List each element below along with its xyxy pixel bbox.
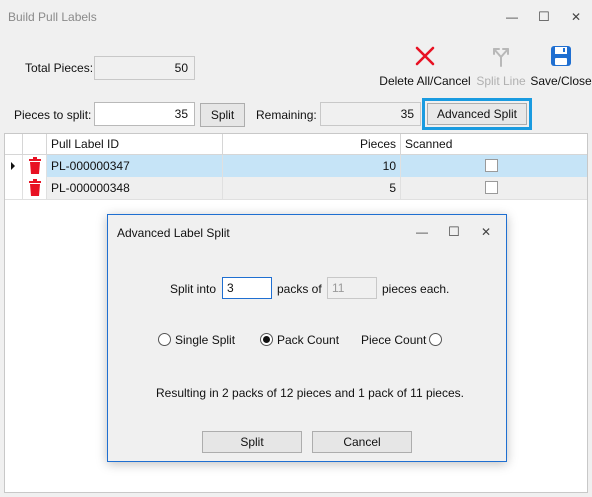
- single-split-label: Single Split: [175, 333, 236, 347]
- packs-of-label: packs of: [277, 282, 322, 296]
- pack-count-option[interactable]: Pack Count: [260, 331, 370, 349]
- cell-pull-label-id: PL-000000347: [47, 155, 223, 177]
- advanced-split-button[interactable]: Advanced Split: [427, 103, 527, 125]
- dialog-titlebar: Advanced Label Split — ☐ ✕: [108, 215, 506, 249]
- delete-all-button[interactable]: Delete All/Cancel: [378, 45, 472, 88]
- split-button[interactable]: Split: [200, 103, 245, 127]
- pieces-to-split-input[interactable]: 35: [94, 102, 195, 126]
- pack-count-label: Pack Count: [277, 333, 340, 347]
- floppy-icon: [550, 45, 572, 70]
- delete-column-header: [23, 134, 47, 154]
- delete-row-button[interactable]: [23, 177, 47, 199]
- delete-row-button[interactable]: [23, 155, 47, 177]
- table-row[interactable]: PL-000000348 5: [5, 177, 587, 200]
- dialog-split-button[interactable]: Split: [202, 431, 302, 453]
- scanned-checkbox[interactable]: [485, 159, 498, 172]
- total-pieces-label: Total Pieces:: [25, 61, 94, 75]
- split-line-button[interactable]: Split Line: [474, 45, 528, 88]
- split-into-input[interactable]: 3: [222, 277, 272, 299]
- row-header-cell: [5, 134, 23, 154]
- single-split-option[interactable]: Single Split: [158, 331, 268, 349]
- total-pieces-field: 50: [94, 56, 195, 80]
- result-text: Resulting in 2 packs of 12 pieces and 1 …: [156, 386, 464, 400]
- piece-count-label: Piece Count: [361, 333, 427, 347]
- single-split-radio[interactable]: [158, 333, 171, 346]
- close-button[interactable]: ✕: [562, 6, 590, 28]
- packs-of-field: 11: [327, 277, 377, 299]
- dialog-maximize-button[interactable]: ☐: [440, 221, 468, 243]
- cell-pieces: 10: [223, 155, 401, 177]
- dialog-minimize-button[interactable]: —: [408, 221, 436, 243]
- pieces-each-label: pieces each.: [382, 282, 450, 296]
- save-close-label: Save/Close: [530, 74, 592, 88]
- piece-count-radio[interactable]: [429, 333, 442, 346]
- col-header-pieces[interactable]: Pieces: [223, 134, 401, 154]
- save-close-button[interactable]: Save/Close: [530, 45, 592, 88]
- delete-all-label: Delete All/Cancel: [379, 74, 471, 88]
- cell-scanned: [401, 177, 587, 199]
- scanned-checkbox[interactable]: [485, 181, 498, 194]
- window-title: Build Pull Labels: [8, 10, 97, 24]
- window-titlebar: Build Pull Labels — ☐ ✕: [0, 0, 592, 34]
- row-indicator: [5, 155, 23, 177]
- remaining-field: 35: [320, 102, 421, 126]
- maximize-button[interactable]: ☐: [530, 6, 558, 28]
- split-line-label: Split Line: [476, 74, 526, 88]
- trash-icon: [23, 179, 47, 202]
- row-indicator: [5, 177, 23, 199]
- dialog-cancel-button[interactable]: Cancel: [312, 431, 412, 453]
- cell-pull-label-id: PL-000000348: [47, 177, 223, 199]
- split-icon: [490, 45, 512, 70]
- grid-header: Pull Label ID Pieces Scanned: [5, 134, 587, 155]
- minimize-button[interactable]: —: [498, 6, 526, 28]
- split-into-label: Split into: [170, 282, 217, 296]
- col-header-pull-label-id[interactable]: Pull Label ID: [47, 134, 223, 154]
- x-icon: [414, 45, 436, 70]
- dialog-close-button[interactable]: ✕: [472, 221, 500, 243]
- remaining-label: Remaining:: [256, 108, 317, 122]
- cell-scanned: [401, 155, 587, 177]
- piece-count-option[interactable]: Piece Count: [361, 331, 471, 349]
- pieces-to-split-label: Pieces to split:: [14, 108, 92, 122]
- cell-pieces: 5: [223, 177, 401, 199]
- pack-count-radio[interactable]: [260, 333, 273, 346]
- table-row[interactable]: PL-000000347 10: [5, 155, 587, 178]
- col-header-scanned[interactable]: Scanned: [401, 134, 587, 154]
- advanced-split-dialog: Advanced Label Split — ☐ ✕ Split into 3 …: [107, 214, 507, 462]
- dialog-title: Advanced Label Split: [117, 226, 230, 240]
